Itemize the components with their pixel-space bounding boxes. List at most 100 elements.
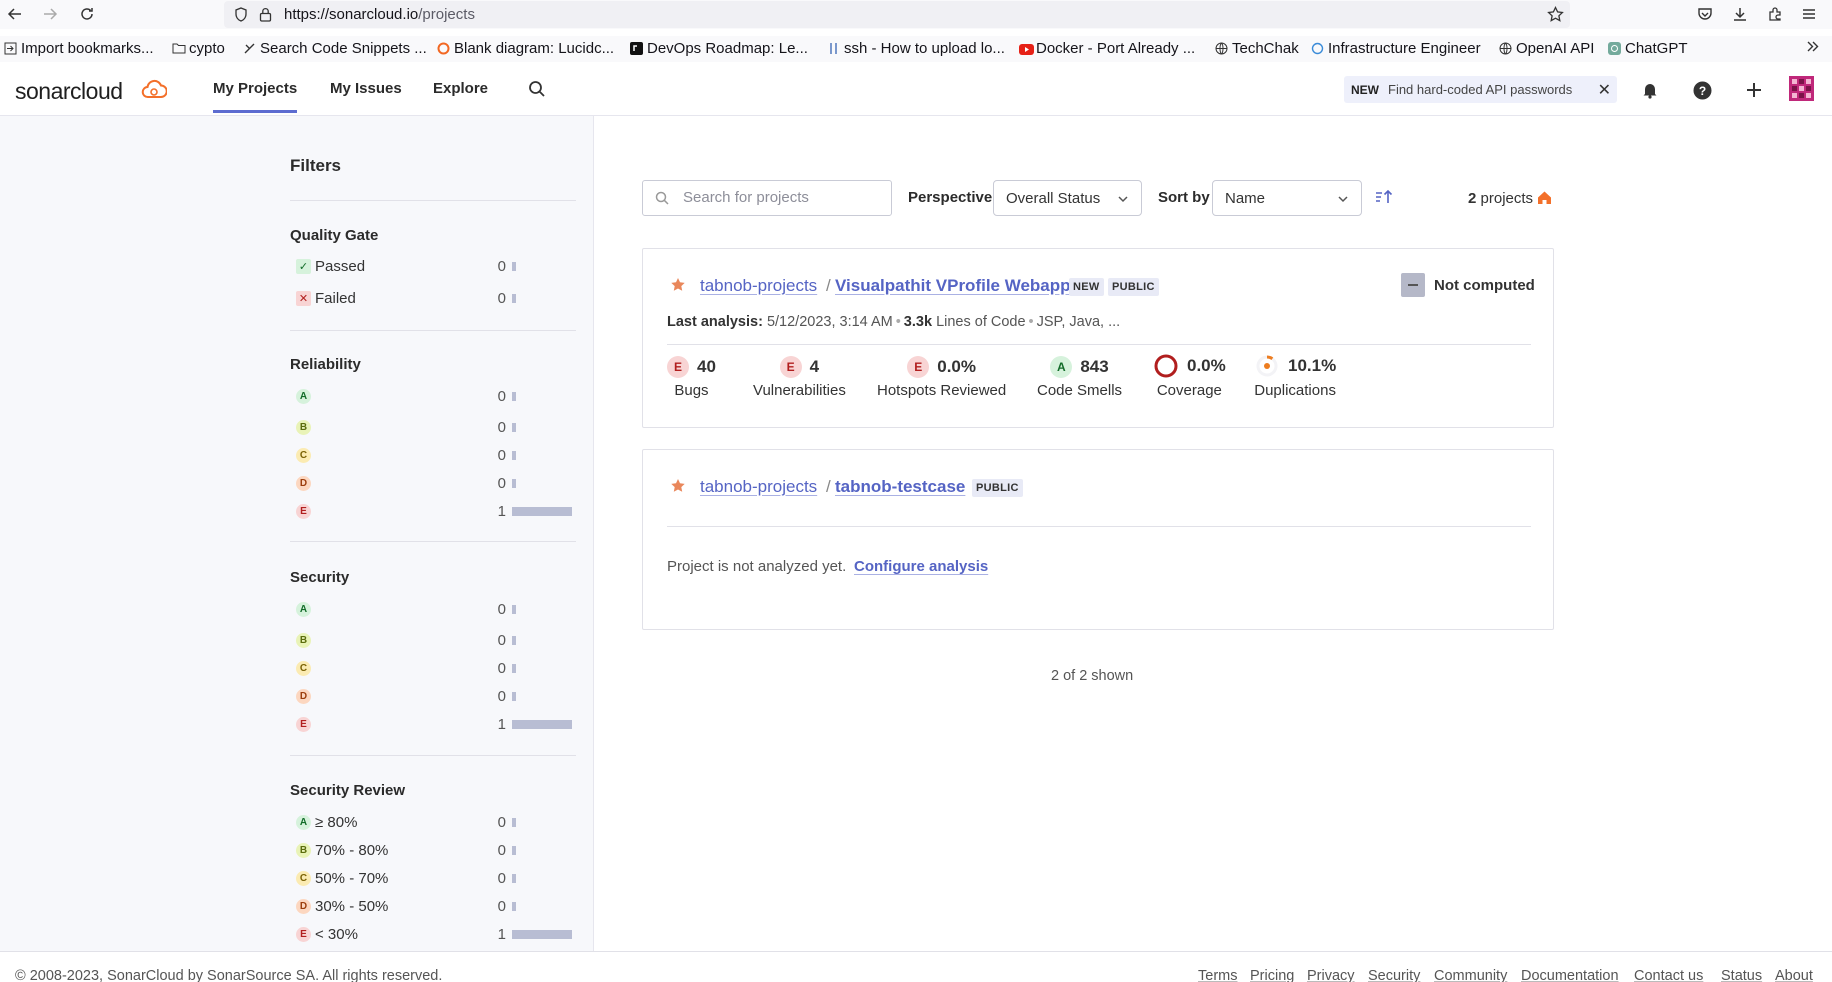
- close-icon[interactable]: ✕: [1598, 80, 1611, 100]
- metric-code-smells[interactable]: A 843 Code Smells: [1037, 356, 1122, 399]
- globe-icon: [1499, 42, 1512, 55]
- footer-link-documentation[interactable]: Documentation: [1521, 968, 1619, 982]
- facet-bar: [512, 294, 516, 303]
- new-badge: NEW: [1069, 278, 1104, 296]
- facet-item-security-a[interactable]: A 0: [290, 600, 576, 620]
- grade-badge: A: [296, 389, 311, 404]
- organization-link[interactable]: tabnob-projects: [700, 477, 817, 497]
- grade-badge: D: [296, 689, 311, 704]
- sort-select[interactable]: Name: [1212, 180, 1362, 216]
- bookmark-item[interactable]: Import bookmarks...: [4, 40, 154, 57]
- nav-my-issues[interactable]: My Issues: [330, 80, 402, 97]
- bookmark-item[interactable]: Blank diagram: Lucidc...: [437, 40, 614, 57]
- shield-icon[interactable]: [234, 7, 248, 26]
- divider: [290, 200, 576, 201]
- facet-item-security-d[interactable]: D 0: [290, 687, 576, 707]
- facet-bar: [512, 846, 516, 855]
- footer-link-security[interactable]: Security: [1368, 968, 1420, 982]
- search-input[interactable]: [683, 189, 883, 206]
- projects-count: 2 projects: [1468, 190, 1552, 209]
- bookmark-item[interactable]: Infrastructure Engineer: [1311, 40, 1481, 57]
- divider: [667, 344, 1531, 345]
- footer-link-status[interactable]: Status: [1721, 968, 1762, 982]
- metric-duplications[interactable]: 10.1% Duplications: [1254, 353, 1336, 399]
- facet-item-security-e[interactable]: E 1: [290, 715, 576, 735]
- download-icon[interactable]: [1729, 3, 1751, 25]
- bookmark-item[interactable]: ssh - How to upload lo...: [827, 40, 1005, 57]
- bookmark-item[interactable]: DevOps Roadmap: Le...: [630, 40, 808, 57]
- facet-item-security-review-b[interactable]: B 70% - 80% 0: [290, 841, 576, 861]
- bookmark-item[interactable]: Docker - Port Already ...: [1019, 40, 1195, 57]
- bookmark-item[interactable]: TechChak: [1215, 40, 1299, 57]
- nav-explore[interactable]: Explore: [433, 80, 488, 97]
- promo-text[interactable]: Find hard-coded API passwords: [1388, 82, 1572, 97]
- address-bar[interactable]: https://sonarcloud.io/projects: [224, 1, 1570, 28]
- plus-icon[interactable]: [1744, 80, 1764, 100]
- configure-analysis-link[interactable]: Configure analysis: [854, 558, 988, 575]
- facet-item-reliability-d[interactable]: D 0: [290, 474, 576, 494]
- bookmark-item[interactable]: ChatGPT: [1608, 40, 1688, 57]
- perspective-select[interactable]: Overall Status: [993, 180, 1142, 216]
- project-name-link[interactable]: tabnob-testcase: [835, 477, 965, 497]
- facet-bar: [512, 720, 572, 729]
- bell-icon[interactable]: [1640, 80, 1660, 100]
- search-icon: [655, 191, 669, 205]
- project-search-box[interactable]: [642, 180, 892, 216]
- facet-bar: [512, 392, 516, 401]
- star-icon[interactable]: [670, 277, 686, 293]
- facet-item-reliability-a[interactable]: A 0: [290, 387, 576, 407]
- footer-link-contact[interactable]: Contact us: [1634, 968, 1703, 982]
- facet-title-security-review: Security Review: [290, 782, 406, 799]
- facet-item-failed[interactable]: ✕ Failed 0: [290, 289, 576, 309]
- facet-item-reliability-b[interactable]: B 0: [290, 418, 576, 438]
- facet-item-security-review-e[interactable]: E < 30% 1: [290, 925, 576, 945]
- pocket-icon[interactable]: [1694, 3, 1716, 25]
- search-icon[interactable]: [528, 80, 546, 98]
- footer-link-privacy[interactable]: Privacy: [1307, 968, 1355, 982]
- facet-title-reliability: Reliability: [290, 356, 361, 373]
- grade-badge: B: [296, 843, 311, 858]
- footer-link-pricing[interactable]: Pricing: [1250, 968, 1294, 982]
- facet-bar: [512, 605, 516, 614]
- metric-coverage[interactable]: 0.0% Coverage: [1153, 353, 1226, 399]
- last-analysis-info: Last analysis: 5/12/2023, 3:14 AM • 3.3k L…: [667, 314, 1121, 330]
- facet-bar: [512, 479, 516, 488]
- metric-bugs[interactable]: E 40 Bugs: [667, 356, 716, 399]
- star-icon[interactable]: [670, 478, 686, 494]
- facet-item-security-review-d[interactable]: D 30% - 50% 0: [290, 897, 576, 917]
- bookmark-item[interactable]: OpenAI API: [1499, 40, 1594, 57]
- sort-direction-icon[interactable]: [1374, 188, 1394, 206]
- footer-link-terms[interactable]: Terms: [1198, 968, 1237, 982]
- extensions-icon[interactable]: [1764, 3, 1786, 25]
- metric-hotspots-reviewed[interactable]: E 0.0% Hotspots Reviewed: [877, 356, 1006, 399]
- bookmark-item[interactable]: Search Code Snippets ...: [243, 40, 427, 57]
- facet-item-security-review-c[interactable]: C 50% - 70% 0: [290, 869, 576, 889]
- bookmark-item[interactable]: cypto: [172, 40, 225, 57]
- organization-link[interactable]: tabnob-projects: [700, 276, 817, 296]
- help-icon[interactable]: ?: [1692, 80, 1712, 100]
- facet-item-security-review-a[interactable]: A ≥ 80% 0: [290, 813, 576, 833]
- footer-link-about[interactable]: About: [1775, 968, 1813, 982]
- facet-item-security-b[interactable]: B 0: [290, 631, 576, 651]
- page-footer: © 2008-2023, SonarCloud by SonarSource S…: [0, 951, 1832, 982]
- avatar[interactable]: [1789, 76, 1814, 101]
- facet-item-passed[interactable]: ✓ Passed 0: [290, 257, 576, 277]
- back-arrow-icon[interactable]: [4, 3, 26, 25]
- promo-banner[interactable]: NEW Find hard-coded API passwords ✕: [1344, 76, 1617, 103]
- forward-arrow-icon[interactable]: [39, 3, 61, 25]
- metric-vulnerabilities[interactable]: E4 Vulnerabilities: [753, 356, 846, 399]
- svg-text:?: ?: [1698, 84, 1705, 98]
- sonarcloud-logo[interactable]: sonarcloud: [15, 78, 123, 105]
- facet-item-reliability-c[interactable]: C 0: [290, 446, 576, 466]
- bookmarks-overflow-icon[interactable]: [1806, 40, 1820, 53]
- project-name-link[interactable]: Visualpathit VProfile Webapp: [835, 276, 1071, 296]
- facet-item-security-c[interactable]: C 0: [290, 659, 576, 679]
- lock-icon[interactable]: [259, 7, 272, 26]
- reload-icon[interactable]: [76, 3, 98, 25]
- menu-icon[interactable]: [1798, 3, 1820, 25]
- facet-bar: [512, 874, 516, 883]
- bookmark-star-icon[interactable]: [1547, 5, 1564, 27]
- footer-link-community[interactable]: Community: [1434, 968, 1507, 982]
- facet-item-reliability-e[interactable]: E 1: [290, 502, 576, 522]
- nav-my-projects[interactable]: My Projects: [213, 80, 298, 113]
